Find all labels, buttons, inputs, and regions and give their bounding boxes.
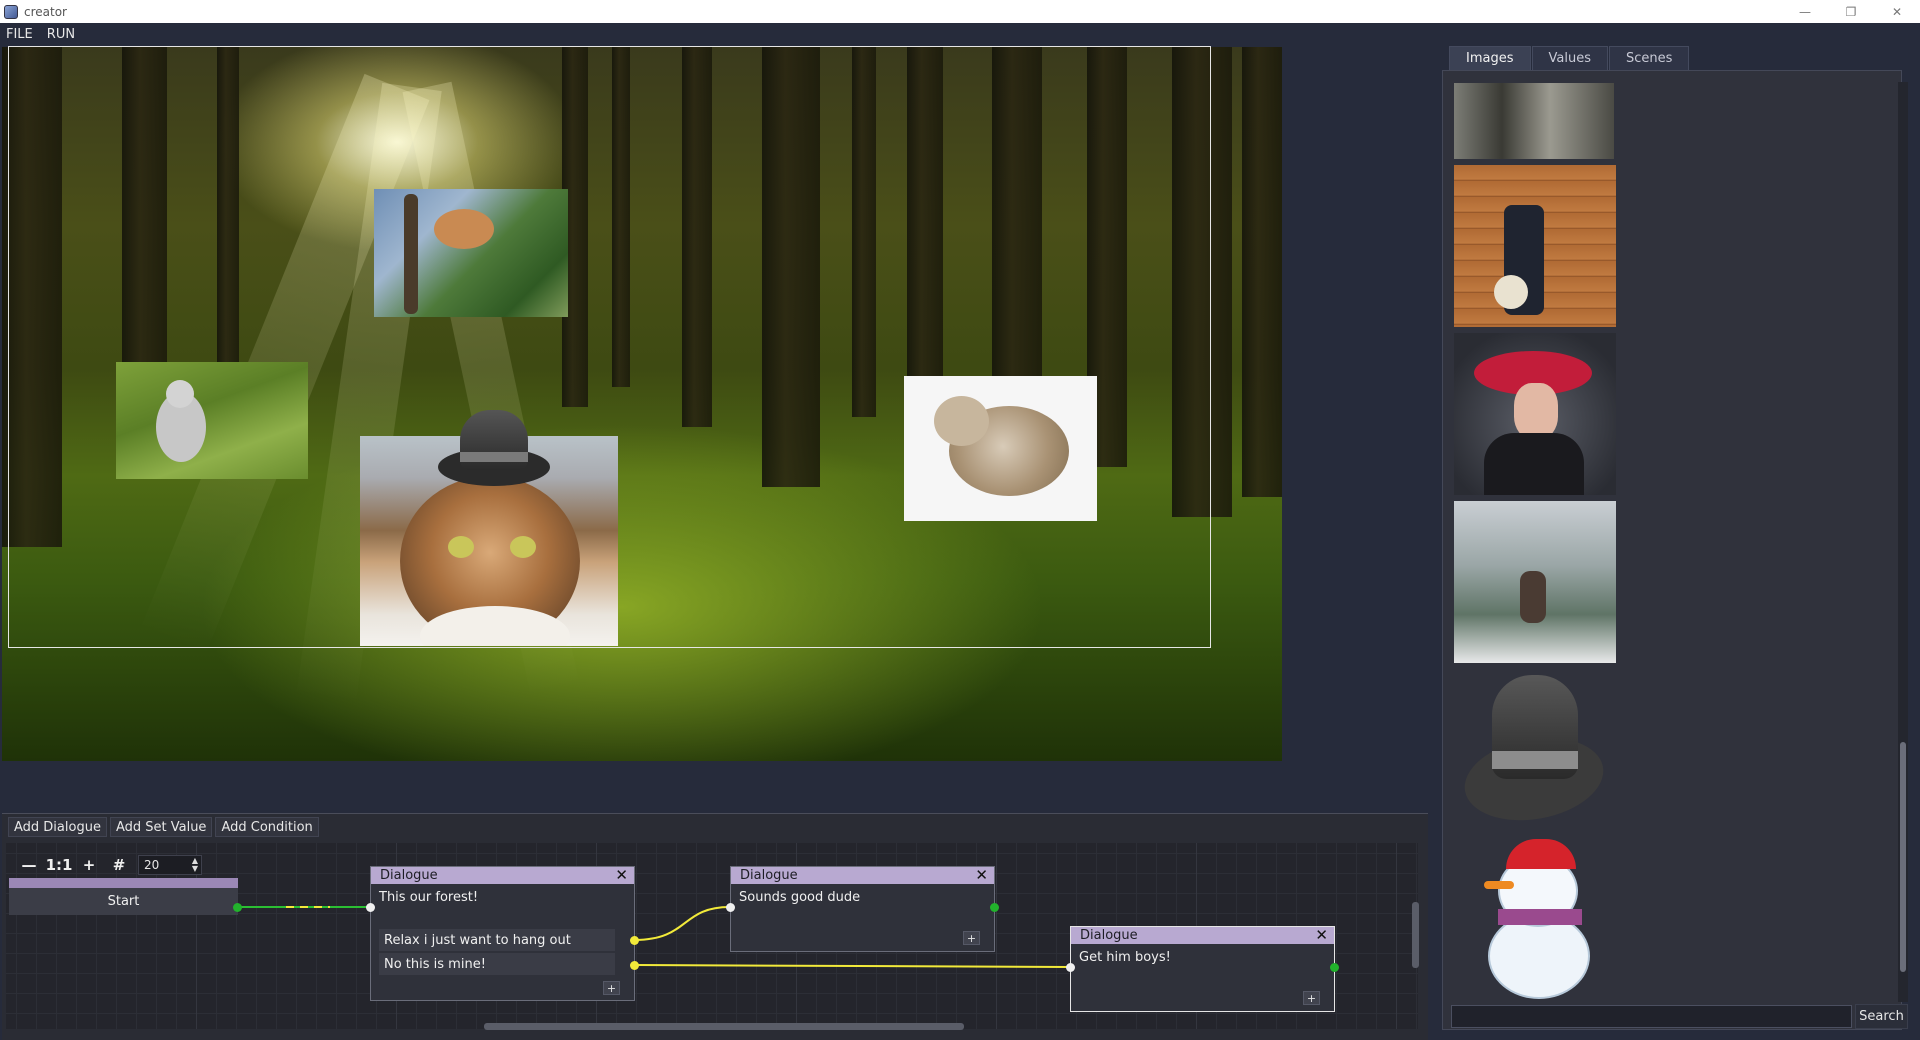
tree-trunk [762,47,820,487]
tab-scenes[interactable]: Scenes [1608,46,1690,70]
image-asset-list [1442,70,1902,1030]
tree-trunk [2,47,62,547]
tree-trunk [682,47,712,427]
search-button[interactable]: Search [1855,1004,1908,1029]
app-icon [4,4,18,19]
asset-tabs: Images Values Scenes [1449,46,1690,70]
zoom-controls: — 1:1 + # 20 ▲ ▼ [18,855,202,875]
dialogue-node-1-choice-1[interactable]: Relax i just want to hang out [379,929,615,951]
tree-trunk [217,47,239,387]
dialogue-node-1-header: Dialogue ✕ [371,866,634,884]
dialogue-node-2[interactable]: Dialogue ✕ Sounds good dude + [730,866,995,952]
dialogue-node-2-output-port[interactable] [990,903,999,912]
dialogue-node-1[interactable]: Dialogue ✕ This our forest! Relax i just… [370,866,635,1001]
asset-hat-image[interactable] [1454,671,1616,831]
tree-trunk [1242,47,1282,497]
menu-run[interactable]: RUN [47,27,75,42]
dialogue-node-2-header: Dialogue ✕ [731,866,994,884]
menu-bar: FILE RUN [0,23,89,45]
window-controls: — ❐ ✕ [1782,0,1920,23]
start-node[interactable]: Start [9,878,238,917]
dialogue-node-3-title: Dialogue [1080,928,1138,943]
restore-button[interactable]: ❐ [1828,0,1874,23]
start-output-port[interactable] [233,903,242,912]
zoom-reset-icon[interactable]: 1:1 [46,856,73,874]
add-dialogue-button[interactable]: Add Dialogue [8,817,107,837]
dialogue-node-2-title: Dialogue [740,868,798,883]
menu-file[interactable]: FILE [6,27,33,42]
close-icon[interactable]: ✕ [1315,926,1328,944]
close-button[interactable]: ✕ [1874,0,1920,23]
tab-values[interactable]: Values [1531,46,1608,70]
grid-size-spinbox[interactable]: 20 ▲ ▼ [138,855,202,875]
title-bar: creator — ❐ ✕ [0,0,1920,23]
zoom-in-icon[interactable]: + [78,856,100,874]
dialogue-node-1-choice-1-port[interactable] [630,936,639,945]
add-choice-button[interactable]: + [963,931,980,945]
minimize-button[interactable]: — [1782,0,1828,23]
dialogue-node-1-text[interactable]: This our forest! [379,890,478,905]
close-icon[interactable]: ✕ [975,866,988,884]
asset-forest-image[interactable] [1454,83,1614,159]
dialogue-node-3-output-port[interactable] [1330,963,1339,972]
cat-in-grass-sprite[interactable] [116,362,308,479]
add-choice-button[interactable]: + [1303,991,1320,1005]
cat-in-tree-sprite[interactable] [374,189,568,317]
dialogue-node-3-header: Dialogue ✕ [1071,926,1334,944]
grid-snap-icon[interactable]: # [108,856,130,874]
add-condition-button[interactable]: Add Condition [215,817,319,837]
dialogue-node-3[interactable]: Dialogue ✕ Get him boys! + [1070,926,1335,1012]
graph-vertical-scrollbar[interactable] [1412,902,1419,968]
graph-horizontal-scrollbar[interactable] [484,1023,964,1030]
start-node-header [9,878,238,888]
tree-trunk [612,47,630,387]
asset-scrollbar[interactable] [1898,82,1908,1002]
asset-woman-red-hat-image[interactable] [1454,333,1616,495]
asset-snowman-image[interactable] [1454,839,1616,1005]
dialogue-node-3-text[interactable]: Get him boys! [1079,950,1171,965]
dialogue-node-2-text[interactable]: Sounds good dude [739,890,860,905]
tab-images[interactable]: Images [1449,46,1531,70]
zoom-out-icon[interactable]: — [18,856,40,874]
spin-arrows-icon[interactable]: ▲ ▼ [192,857,198,873]
add-choice-button[interactable]: + [603,981,620,995]
asset-scrollbar-thumb[interactable] [1900,742,1906,972]
dialogue-node-1-title: Dialogue [380,868,438,883]
close-icon[interactable]: ✕ [615,866,628,884]
node-toolbar: Add Dialogue Add Set Value Add Condition [8,817,322,837]
window-title: creator [24,4,67,19]
dialogue-node-1-input-port[interactable] [366,903,375,912]
dialogue-node-2-input-port[interactable] [726,903,735,912]
dialogue-node-1-choice-2[interactable]: No this is mine! [379,953,615,975]
add-set-value-button[interactable]: Add Set Value [109,817,213,837]
asset-search-input[interactable] [1451,1005,1852,1028]
asset-woman-on-rock-image[interactable] [1454,501,1616,663]
tree-trunk [852,47,876,417]
hat-on-cat[interactable] [438,408,550,498]
kitten-on-white-sprite[interactable] [904,376,1097,521]
asset-banjo-player-image[interactable] [1454,165,1616,327]
grid-size-value: 20 [144,858,160,872]
tree-trunk [1172,47,1232,517]
dialogue-node-1-choice-2-port[interactable] [630,961,639,970]
dialogue-node-3-input-port[interactable] [1066,963,1075,972]
start-node-label: Start [9,888,238,915]
